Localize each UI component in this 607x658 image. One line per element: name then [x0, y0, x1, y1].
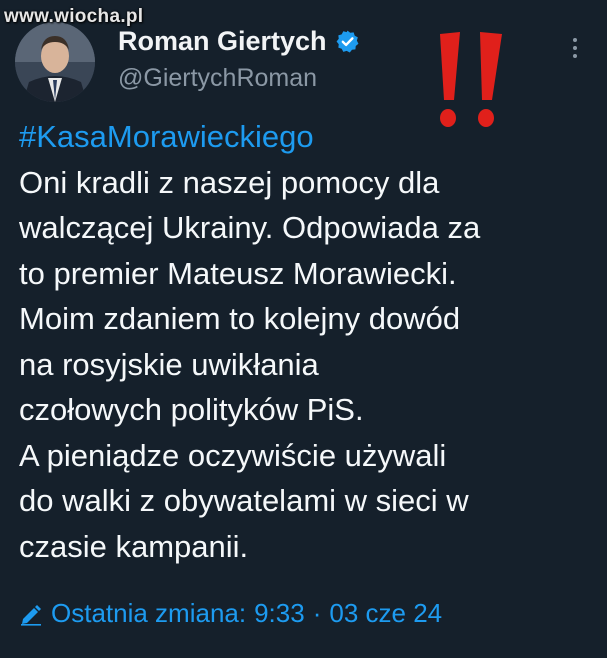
tweet-line: Moim zdaniem to kolejny dowód	[19, 301, 461, 336]
more-options-icon[interactable]	[570, 36, 580, 60]
tweet-meta[interactable]: Ostatnia zmiana: 9:33 · 03 cze 24	[19, 598, 442, 629]
edited-label[interactable]: Ostatnia zmiana:	[51, 598, 246, 629]
author-name-row[interactable]: Roman Giertych	[118, 26, 360, 57]
watermark: www.wiocha.pl	[4, 6, 144, 27]
avatar[interactable]	[15, 22, 95, 102]
tweet-line: do walki z obywatelami w sieci w	[19, 483, 469, 518]
tweet-line: Oni kradli z naszej pomocy dla	[19, 164, 440, 200]
meta-separator: ·	[312, 598, 322, 628]
tweet-line: walczącej Ukrainy. Odpowiada za	[19, 210, 481, 245]
tweet-line: czasie kampanii.	[19, 528, 249, 564]
verified-badge-icon	[336, 30, 358, 53]
hashtag-link[interactable]: #KasaMorawieckiego	[19, 114, 599, 160]
author-handle[interactable]: @GiertychRoman	[118, 64, 317, 93]
author-display-name[interactable]: Roman Giertych	[118, 26, 327, 57]
tweet-time[interactable]: 9:33	[254, 598, 305, 629]
tweet-text: #KasaMorawieckiego Oni kradli z naszej p…	[19, 114, 599, 569]
tweet-line: to premier Mateusz Morawiecki.	[19, 255, 457, 291]
tweet-line: na rosyjskie uwikłania	[19, 346, 319, 382]
tweet-date[interactable]: 03 cze 24	[329, 598, 442, 629]
tweet-line: czołowych polityków PiS.	[19, 392, 364, 427]
pencil-icon	[21, 604, 41, 626]
avatar-photo	[15, 22, 95, 102]
tweet-line: A pieniądze oczywiście używali	[19, 437, 447, 473]
